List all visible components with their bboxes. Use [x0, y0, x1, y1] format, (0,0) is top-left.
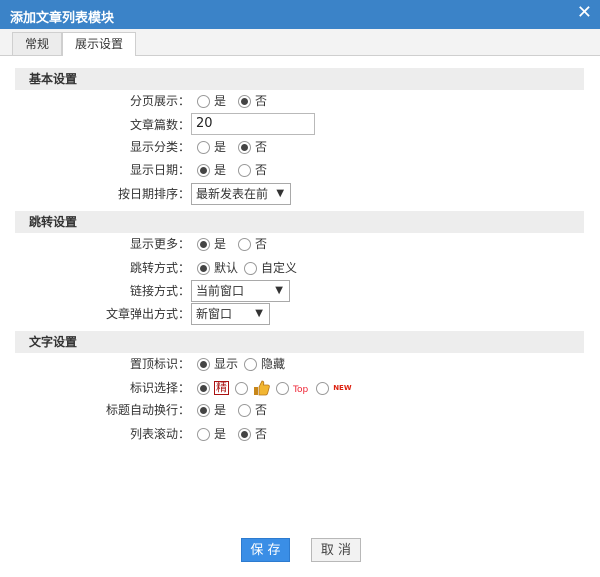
jump-mode-label: 跳转方式：: [129, 261, 190, 275]
title-wrap-radio-no[interactable]: [238, 403, 252, 417]
section-title: 基本设置: [29, 72, 78, 86]
dropdown-arrow-icon: ▼: [275, 285, 283, 296]
link-mode-label: 链接方式：: [129, 284, 190, 298]
row-count: 文章篇数： 20: [0, 113, 600, 136]
count-label: 文章篇数：: [129, 118, 190, 132]
row-link-mode: 链接方式： 当前窗口 ▼: [0, 280, 600, 302]
section-text: 文字设置: [15, 331, 584, 353]
list-scroll-label: 列表滚动：: [129, 427, 190, 441]
show-more-yes-label: 是: [214, 237, 227, 251]
row-popup-mode: 文章弹出方式： 新窗口 ▼: [0, 303, 600, 325]
paging-no-label: 否: [255, 94, 268, 108]
link-mode-select-value: 当前窗口: [196, 284, 245, 298]
row-mark-select: 标识选择： 精 Top NEW: [0, 377, 600, 399]
paging-radio-no[interactable]: [238, 94, 252, 108]
show-more-radio-no[interactable]: [238, 237, 252, 251]
top-tag-icon: Top: [293, 385, 309, 395]
tab-display-settings[interactable]: 展示设置: [62, 32, 137, 56]
popup-mode-select[interactable]: 新窗口 ▼: [191, 303, 270, 325]
section-title: 文字设置: [29, 335, 78, 349]
count-input[interactable]: 20: [191, 113, 315, 135]
title-wrap-label: 标题自动换行：: [105, 403, 190, 417]
close-icon[interactable]: ✕: [577, 4, 592, 22]
titlebar: 添加文章列表模块 ✕: [0, 0, 600, 29]
title-wrap-yes-label: 是: [214, 403, 227, 417]
show-category-radio-no[interactable]: [238, 140, 252, 154]
title-wrap-radio-yes[interactable]: [197, 403, 210, 417]
tab-bar: 常规 展示设置: [0, 29, 600, 56]
show-category-yes-label: 是: [214, 140, 227, 154]
top-mark-radio-show[interactable]: [197, 357, 210, 371]
mark-radio-thumb[interactable]: [235, 381, 248, 395]
link-mode-select[interactable]: 当前窗口 ▼: [191, 280, 290, 302]
row-show-date: 显示日期： 是 否: [0, 159, 600, 181]
jump-mode-radio-custom[interactable]: [244, 261, 258, 275]
jump-mode-custom-label: 自定义: [261, 261, 298, 275]
top-mark-radio-hide[interactable]: [244, 357, 258, 371]
show-date-no-label: 否: [255, 163, 268, 177]
window-title: 添加文章列表模块: [10, 11, 115, 26]
top-mark-label: 置顶标识：: [129, 357, 190, 371]
mark-select-label: 标识选择：: [129, 381, 190, 395]
show-date-radio-no[interactable]: [238, 163, 252, 177]
mark-radio-new[interactable]: [316, 381, 330, 395]
show-category-radio-yes[interactable]: [197, 140, 210, 154]
row-show-category: 显示分类： 是 否: [0, 136, 600, 158]
row-list-scroll: 列表滚动： 是 否: [0, 423, 600, 445]
row-jump-mode: 跳转方式： 默认 自定义: [0, 257, 600, 279]
section-jump: 跳转设置: [15, 211, 584, 233]
row-paging: 分页展示： 是 否: [0, 90, 600, 112]
jump-mode-radio-default[interactable]: [197, 261, 210, 275]
show-more-label: 显示更多：: [129, 237, 190, 251]
show-date-radio-yes[interactable]: [197, 163, 210, 177]
jing-tag-icon: 精: [214, 381, 229, 395]
paging-radio-yes[interactable]: [197, 94, 210, 108]
list-scroll-yes-label: 是: [214, 427, 227, 441]
show-date-label: 显示日期：: [129, 163, 190, 177]
sort-select-value: 最新发表在前: [196, 187, 269, 201]
popup-mode-select-value: 新窗口: [196, 307, 233, 321]
popup-mode-label: 文章弹出方式：: [105, 307, 190, 321]
section-basic: 基本设置: [15, 68, 584, 90]
thumbs-up-icon: [254, 380, 270, 396]
row-show-more: 显示更多： 是 否: [0, 233, 600, 255]
show-category-label: 显示分类：: [129, 140, 190, 154]
save-button[interactable]: 保 存: [241, 538, 290, 562]
list-scroll-radio-no[interactable]: [238, 427, 252, 441]
paging-yes-label: 是: [214, 94, 227, 108]
top-mark-show-label: 显示: [214, 357, 239, 371]
show-more-radio-yes[interactable]: [197, 237, 210, 251]
top-mark-hide-label: 隐藏: [261, 357, 286, 371]
mark-radio-jing[interactable]: [197, 381, 210, 395]
show-category-no-label: 否: [255, 140, 268, 154]
sort-label: 按日期排序：: [117, 187, 190, 201]
sort-select[interactable]: 最新发表在前 ▼: [191, 183, 292, 205]
list-scroll-no-label: 否: [255, 427, 268, 441]
list-scroll-radio-yes[interactable]: [197, 427, 210, 441]
title-wrap-no-label: 否: [255, 403, 268, 417]
show-date-yes-label: 是: [214, 163, 227, 177]
dialog: 添加文章列表模块 ✕ 常规 展示设置 基本设置 分页展示： 是 否 文章篇数： …: [0, 0, 600, 577]
row-sort: 按日期排序： 最新发表在前 ▼: [0, 183, 600, 205]
row-top-mark: 置顶标识： 显示 隐藏: [0, 353, 600, 375]
tab-general[interactable]: 常规: [12, 32, 63, 55]
mark-radio-top[interactable]: [276, 381, 289, 395]
new-tag-icon: NEW: [333, 383, 352, 392]
jump-mode-default-label: 默认: [214, 261, 239, 275]
row-title-wrap: 标题自动换行： 是 否: [0, 399, 600, 421]
cancel-button[interactable]: 取 消: [311, 538, 361, 562]
dropdown-arrow-icon: ▼: [255, 308, 263, 319]
show-more-no-label: 否: [255, 237, 268, 251]
paging-label: 分页展示：: [129, 94, 190, 108]
dropdown-arrow-icon: ▼: [276, 188, 285, 199]
section-title: 跳转设置: [29, 215, 78, 229]
